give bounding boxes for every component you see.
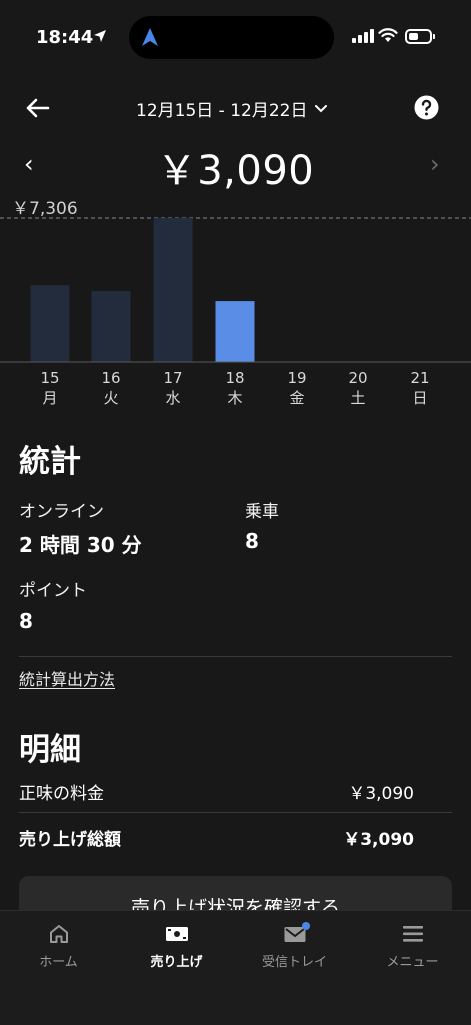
chart-weekday-label: 火 — [103, 389, 118, 407]
chart-day-label: 18 — [225, 369, 244, 387]
chevron-down-icon — [315, 104, 328, 112]
tab-earnings-label: 売り上げ — [150, 955, 203, 970]
status-bar: 18:44 — [0, 0, 471, 76]
status-time: 18:44 — [36, 27, 94, 48]
rides-value: 8 — [245, 529, 259, 553]
tab-bar: ホーム 売り上げ 受信トレイ メニュー — [0, 910, 471, 1025]
online-label: オンライン — [19, 502, 104, 522]
tab-inbox[interactable]: 受信トレイ — [236, 922, 353, 970]
chart-bar[interactable] — [30, 285, 70, 362]
tab-home[interactable]: ホーム — [0, 923, 117, 970]
chart-weekday-label: 月 — [42, 389, 57, 407]
chart-day-label: 17 — [163, 369, 182, 387]
net-fare-value: ￥3,090 — [348, 784, 414, 804]
location-arrow-icon — [94, 30, 106, 42]
cellular-signal-icon — [352, 29, 374, 43]
date-range-selector[interactable]: 12月15日 - 12月22日 — [136, 96, 328, 121]
stats-heading: 統計 — [19, 444, 81, 480]
date-range-label: 12月15日 - 12月22日 — [136, 101, 308, 121]
net-fare-label: 正味の料金 — [19, 784, 104, 804]
battery-icon — [405, 29, 435, 44]
earnings-bar-chart: 15 月 16 火 17 水 18 木 19 金 20 土 21 日 — [0, 217, 471, 407]
cash-icon — [165, 927, 188, 941]
rides-label: 乗車 — [245, 502, 279, 522]
gross-earnings-label: 売り上げ総額 — [19, 830, 121, 850]
tab-menu-label: メニュー — [386, 955, 439, 970]
tab-inbox-label: 受信トレイ — [261, 955, 327, 970]
stats-method-link[interactable]: 統計算出方法 — [19, 666, 115, 690]
tab-home-label: ホーム — [39, 955, 78, 970]
chart-weekday-label: 水 — [165, 389, 180, 407]
chart-day-label: 21 — [410, 369, 429, 387]
chart-weekday-label: 金 — [289, 389, 304, 407]
chart-day-label: 16 — [101, 369, 120, 387]
chart-bar[interactable] — [153, 218, 193, 362]
divider — [19, 812, 452, 813]
earnings-chart[interactable]: 15 月 16 火 17 水 18 木 19 金 20 土 21 日 — [0, 210, 471, 410]
help-icon[interactable] — [414, 95, 439, 120]
points-value: 8 — [19, 609, 33, 633]
chart-day-label: 20 — [348, 369, 367, 387]
chart-weekday-label: 日 — [412, 389, 427, 407]
chart-day-label: 15 — [40, 369, 59, 387]
dynamic-island — [129, 16, 334, 59]
details-heading: 明細 — [19, 732, 81, 768]
divider — [19, 656, 452, 657]
notification-badge — [301, 922, 310, 930]
chart-day-label: 19 — [287, 369, 306, 387]
home-icon — [49, 925, 68, 943]
points-label: ポイント — [19, 581, 87, 601]
menu-icon — [402, 926, 423, 942]
chart-weekday-label: 木 — [227, 389, 242, 407]
total-earnings: ￥3,090 — [156, 148, 315, 194]
navigation-arrow-icon — [142, 28, 158, 46]
next-week-button[interactable]: › — [430, 150, 440, 178]
online-value: 2 時間 30 分 — [19, 533, 142, 557]
back-arrow-button[interactable] — [24, 94, 52, 122]
tab-earnings[interactable]: 売り上げ — [118, 923, 235, 970]
chart-weekday-label: 土 — [350, 389, 365, 407]
chart-bar[interactable] — [91, 291, 131, 362]
tab-menu[interactable]: メニュー — [354, 923, 471, 970]
chart-bar[interactable] — [215, 301, 255, 362]
gross-earnings-value: ￥3,090 — [343, 830, 414, 850]
wifi-icon — [378, 28, 398, 42]
